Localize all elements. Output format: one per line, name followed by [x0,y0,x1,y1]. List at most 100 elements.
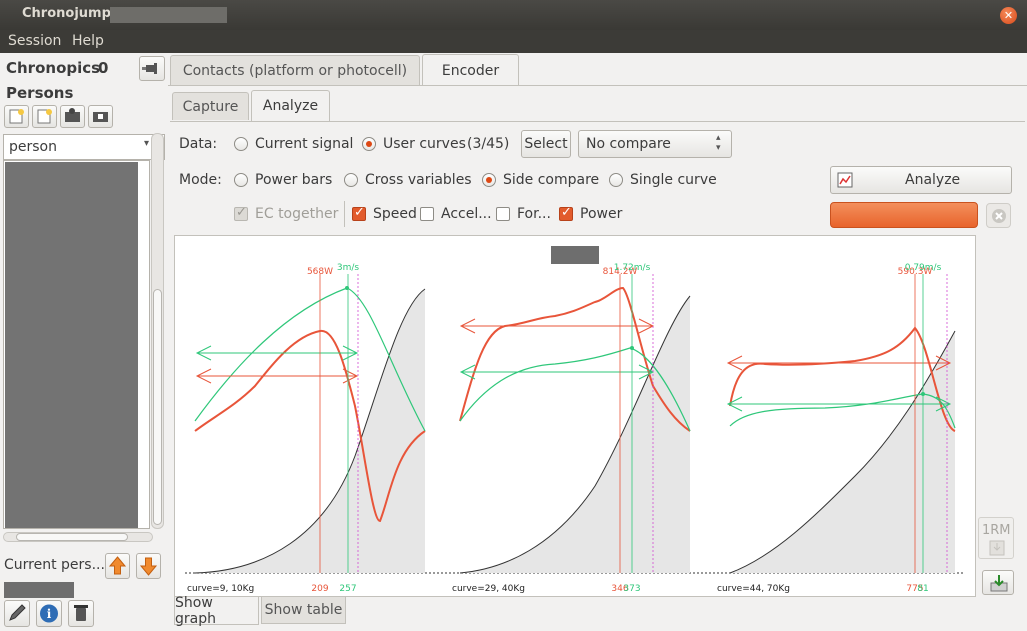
speed-check[interactable] [352,205,366,221]
analyze-button-label: Analyze [905,172,961,188]
tab-show-table[interactable]: Show table [261,597,346,624]
power-bars-label[interactable]: Power bars [255,172,332,188]
power-check[interactable] [559,205,573,221]
speed-x-label: 81 [917,584,928,594]
tab-analyze[interactable]: Analyze [251,90,330,121]
save-image-button[interactable] [982,570,1014,595]
speed-peak-dot [345,286,349,290]
chronopics-connect-button[interactable] [139,56,165,81]
delete-person-button[interactable] [68,600,94,627]
person-next-button[interactable] [136,553,161,579]
mode-label: Mode: [179,172,222,188]
user-curves-label[interactable]: User curves [383,136,466,152]
force-label[interactable]: For... [517,206,551,222]
force-check[interactable] [496,207,510,221]
vscrollbar-thumb[interactable] [153,289,162,525]
select-curves-button[interactable]: Select [521,130,571,158]
side-compare-radio[interactable] [482,173,496,187]
analyze-button[interactable]: Analyze [830,166,1012,194]
select-curves-label: Select [524,136,568,152]
person-edit-icon [65,108,80,122]
pencil-icon [9,604,26,621]
window-title: Chronojump – [22,6,122,21]
ec-together-label[interactable]: EC together [255,206,338,222]
tab-analyze-label: Analyze [262,98,319,114]
person-load-button[interactable] [88,105,113,128]
accel-label[interactable]: Accel... [441,206,492,222]
tab-encoder[interactable]: Encoder [422,54,519,86]
power-label[interactable]: Power [580,206,622,222]
title-redacted [110,7,227,23]
analyze-progress-bar [830,202,978,228]
curve-caption: curve=29, 40Kg [452,584,525,594]
hscrollbar-thumb[interactable] [16,533,128,541]
power-x-label: 209 [311,584,328,594]
chart-icon [837,172,853,188]
single-curve-label[interactable]: Single curve [630,172,717,188]
add-multiple-persons-button[interactable] [32,105,57,128]
tab-encoder-label: Encoder [441,62,500,79]
side-compare-label[interactable]: Side compare [503,172,599,188]
curve-caption: curve=44, 70Kg [717,584,790,594]
curve-caption: curve=9, 10Kg [187,584,254,594]
tab-capture[interactable]: Capture [172,92,249,120]
current-person-label: Current pers... [4,557,105,573]
person-list[interactable] [3,160,150,529]
tab-show-graph[interactable]: Show graph [174,595,259,627]
info-icon: i [40,604,58,623]
data-label: Data: [179,136,218,152]
displacement-area [730,331,955,573]
user-curves-count: (3/45) [467,136,510,152]
svg-text:i: i [47,607,52,621]
add-person-button[interactable] [4,105,29,128]
curve-panel-1: 568W 3m/s 209 257 curve=9, 10Kg [187,263,426,594]
tab-show-table-label: Show table [264,602,343,618]
persons-add-icon [37,109,52,124]
person-info-button[interactable]: i [36,600,62,627]
tab-capture-label: Capture [182,98,239,115]
person-load-icon [93,112,108,122]
graph-area: 568W 3m/s 209 257 curve=9, 10Kg 814.2W 1… [174,235,976,597]
single-curve-radio[interactable] [609,173,623,187]
chevron-down-icon: ▾ [144,138,150,149]
accel-check[interactable] [420,207,434,221]
person-prev-button[interactable] [105,553,130,579]
power-bars-radio[interactable] [234,173,248,187]
edit-current-person-button[interactable] [4,600,30,627]
separator [344,201,345,227]
cross-variables-label[interactable]: Cross variables [365,172,472,188]
edit-person-button[interactable] [60,105,85,128]
curve-panel-2: 814.2W 1.72m/s 346 373 curve=29, 40Kg [452,263,691,594]
menu-bar: Session Help [0,30,1027,53]
cancel-analyze-button[interactable] [986,203,1011,228]
current-signal-label[interactable]: Current signal [255,136,353,152]
speed-peak-label: 1.72m/s [614,263,651,273]
current-signal-radio[interactable] [234,137,248,151]
speed-peak-dot [921,392,925,396]
compare-combo[interactable]: No compare ▴ ▾ [578,130,732,158]
left-panel: Chronopics 0 Persons person ▾ Current pe… [0,53,168,631]
compare-combo-value: No compare [586,136,671,152]
person-list-redacted [5,162,138,528]
cancel-icon [992,209,1006,223]
menu-session[interactable]: Session [8,33,61,49]
arrow-down-icon [139,557,158,576]
person-combo[interactable]: person ▾ [3,134,165,160]
speed-peak-label: 3m/s [337,263,360,273]
side-compare-graph: 568W 3m/s 209 257 curve=9, 10Kg 814.2W 1… [185,263,965,594]
menu-help[interactable]: Help [72,33,104,49]
tab-contacts[interactable]: Contacts (platform or photocell) [170,55,420,85]
cross-variables-radio[interactable] [344,173,358,187]
user-curves-radio[interactable] [362,137,376,151]
person-list-vscrollbar[interactable] [151,133,164,529]
speed-label[interactable]: Speed [373,206,417,222]
person-list-hscrollbar[interactable] [3,532,153,542]
arrow-up-icon [108,556,127,575]
ec-together-check[interactable] [234,205,248,221]
one-rm-label: 1RM [982,523,1011,538]
one-rm-button[interactable]: 1RM [978,517,1014,559]
current-person-redacted [4,582,74,598]
close-icon[interactable]: ✕ [1000,7,1017,24]
curve-panel-3: 590.3W 0.79m/s 775 81 curve=44, 70Kg [717,263,956,594]
speed-x-label: 257 [339,584,356,594]
